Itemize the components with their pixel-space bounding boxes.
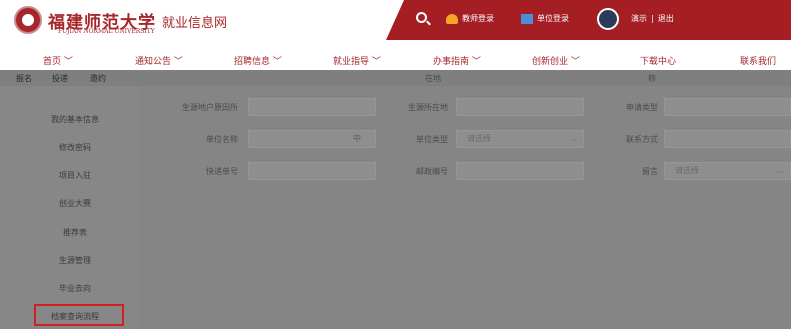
unit-type-value: 请选择 xyxy=(467,134,491,143)
sidebar-item-graduate-destination[interactable]: 毕业去向 xyxy=(0,283,150,294)
teacher-login-button[interactable]: 教师登录 xyxy=(446,13,494,24)
source-location-input[interactable] xyxy=(456,98,584,116)
nav-downloads[interactable]: 下载中心 xyxy=(640,54,676,67)
sidebar-item-recommendation[interactable]: 推荐表 xyxy=(0,227,150,238)
label-household-origin: 生源地户原田所 xyxy=(182,103,238,112)
nav-career-guidance[interactable]: 就业指导 ﹀ xyxy=(333,54,381,67)
label-contact: 联系方式 xyxy=(626,135,658,144)
tab-signup[interactable]: 报名 xyxy=(16,73,32,84)
university-emblem-icon[interactable] xyxy=(14,6,42,34)
contact-input[interactable] xyxy=(664,130,791,148)
chevron-down-icon: ﹀ xyxy=(777,171,784,179)
teacher-icon xyxy=(446,13,458,24)
university-english-name: FUJIAN NORMAL UNIVERSITY xyxy=(58,28,155,35)
unit-login-button[interactable]: 单位登录 xyxy=(521,13,569,24)
label-message: 留言 xyxy=(642,167,658,176)
sidebar-item-project-entry[interactable]: 项目入驻 xyxy=(0,170,150,181)
sidebar-item-source-management[interactable]: 生源管理 xyxy=(0,255,150,266)
user-menu: 演示 | 退出 xyxy=(631,13,674,24)
user-name[interactable]: 演示 xyxy=(631,13,647,24)
label-tracking-number: 快递单号 xyxy=(206,167,238,176)
unit-login-label: 单位登录 xyxy=(537,14,569,23)
unit-type-select[interactable]: 请选择 ﹀ xyxy=(456,130,584,148)
message-value: 请选择 xyxy=(675,166,699,175)
label-application-type: 申请类型 xyxy=(626,103,658,112)
separator: | xyxy=(651,14,654,23)
nav-notices[interactable]: 通知公告 ﹀ xyxy=(135,54,183,67)
household-origin-input[interactable] xyxy=(248,98,376,116)
site-header: 福建师范大学 FUJIAN NORMAL UNIVERSITY 就业信息网 教师… xyxy=(0,0,791,40)
postal-code-input[interactable] xyxy=(456,162,584,180)
sidebar-item-change-password[interactable]: 修改密码 xyxy=(0,142,150,153)
main-nav: 首页 ﹀ 通知公告 ﹀ 招聘信息 ﹀ 就业指导 ﹀ 办事指南 ﹀ 创新创业 ﹀ … xyxy=(0,50,791,71)
tracking-number-input[interactable] xyxy=(248,162,376,180)
label-postal-code: 邮政编号 xyxy=(416,167,448,176)
highlight-box xyxy=(34,304,124,326)
application-type-input[interactable] xyxy=(664,98,791,116)
avatar[interactable] xyxy=(597,8,619,30)
sidebar-item-contest[interactable]: 创业大赛 xyxy=(0,198,150,209)
nav-home[interactable]: 首页 ﹀ xyxy=(43,54,73,67)
name-label-fragment: 称 xyxy=(648,74,656,83)
nav-contact[interactable]: 联系我们 xyxy=(740,54,776,67)
search-icon[interactable] xyxy=(416,12,427,23)
message-select[interactable]: 请选择 ﹀ xyxy=(664,162,791,180)
label-unit-name: 单位名称 xyxy=(206,135,238,144)
location-label-fragment: 在地 xyxy=(425,74,441,83)
tab-deliver[interactable]: 投递 xyxy=(52,73,68,84)
tab-invite[interactable]: 邀约 xyxy=(90,73,106,84)
building-icon xyxy=(521,13,533,24)
nav-service-guide[interactable]: 办事指南 ﹀ xyxy=(433,54,481,67)
label-unit-type: 单位类型 xyxy=(416,135,448,144)
teacher-login-label: 教师登录 xyxy=(462,14,494,23)
label-source-location: 生源所在地 xyxy=(408,103,448,112)
nav-recruitment[interactable]: 招聘信息 ﹀ xyxy=(234,54,282,67)
sidebar-item-basic-info[interactable]: 我的基本信息 xyxy=(0,114,150,125)
unit-name-input[interactable]: 中 xyxy=(248,130,376,148)
site-title[interactable]: 就业信息网 xyxy=(162,12,227,31)
logout-link[interactable]: 退出 xyxy=(658,13,674,24)
nav-innovation[interactable]: 创新创业 ﹀ xyxy=(532,54,580,67)
form-panel xyxy=(140,86,791,329)
